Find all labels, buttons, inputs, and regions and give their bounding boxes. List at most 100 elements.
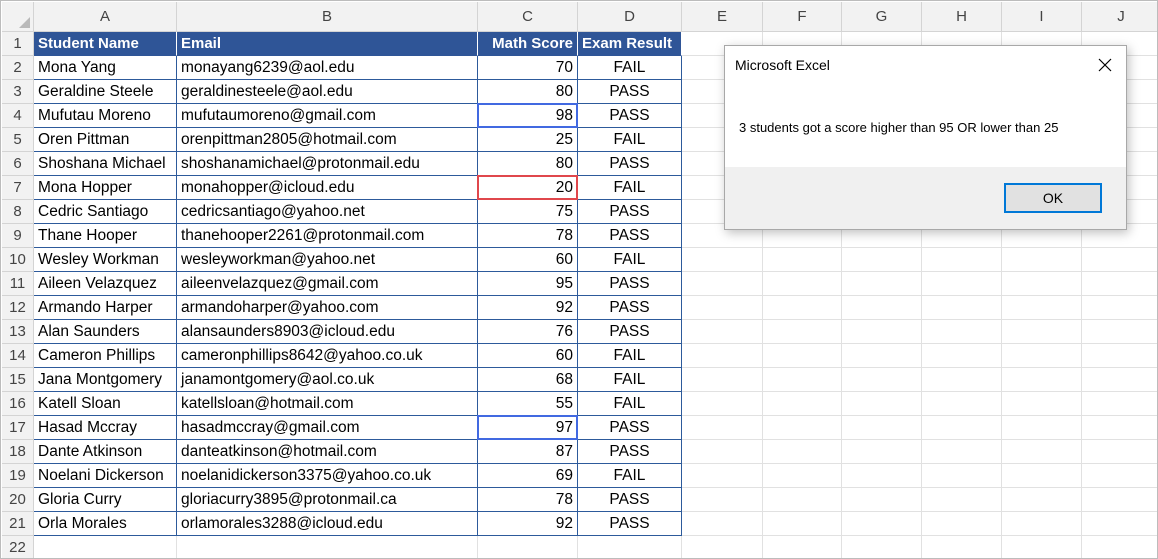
empty-cell[interactable] xyxy=(763,440,842,464)
student-name-cell[interactable]: Geraldine Steele xyxy=(34,80,177,104)
column-header-h[interactable]: H xyxy=(922,2,1002,32)
email-cell[interactable]: thanehooper2261@protonmail.com xyxy=(177,224,478,248)
ok-button[interactable]: OK xyxy=(1004,183,1102,213)
email-cell[interactable]: armandoharper@yahoo.com xyxy=(177,296,478,320)
empty-cell[interactable] xyxy=(842,416,922,440)
student-name-cell[interactable]: Oren Pittman xyxy=(34,128,177,152)
empty-cell[interactable] xyxy=(922,272,1002,296)
math-score-cell[interactable]: 80 xyxy=(478,80,578,104)
student-name-cell[interactable]: Noelani Dickerson xyxy=(34,464,177,488)
empty-cell[interactable] xyxy=(34,536,177,558)
empty-cell[interactable] xyxy=(922,416,1002,440)
column-header-f[interactable]: F xyxy=(763,2,842,32)
row-header-10[interactable]: 10 xyxy=(2,248,34,272)
empty-cell[interactable] xyxy=(922,392,1002,416)
empty-cell[interactable] xyxy=(1082,272,1157,296)
empty-cell[interactable] xyxy=(682,272,763,296)
empty-cell[interactable] xyxy=(682,416,763,440)
email-cell[interactable]: wesleyworkman@yahoo.net xyxy=(177,248,478,272)
empty-cell[interactable] xyxy=(1002,344,1082,368)
student-name-cell[interactable]: Hasad Mccray xyxy=(34,416,177,440)
math-score-cell[interactable]: 60 xyxy=(478,344,578,368)
empty-cell[interactable] xyxy=(922,248,1002,272)
row-header-16[interactable]: 16 xyxy=(2,392,34,416)
close-icon[interactable] xyxy=(1092,54,1118,76)
email-cell[interactable]: gloriacurry3895@protonmail.ca xyxy=(177,488,478,512)
student-name-cell[interactable]: Aileen Velazquez xyxy=(34,272,177,296)
row-header-7[interactable]: 7 xyxy=(2,176,34,200)
empty-cell[interactable] xyxy=(922,464,1002,488)
empty-cell[interactable] xyxy=(682,536,763,558)
column-header-c[interactable]: C xyxy=(478,2,578,32)
exam-result-cell[interactable]: FAIL xyxy=(578,392,682,416)
student-name-cell[interactable]: Wesley Workman xyxy=(34,248,177,272)
student-name-cell[interactable]: Katell Sloan xyxy=(34,392,177,416)
exam-result-cell[interactable]: PASS xyxy=(578,272,682,296)
empty-cell[interactable] xyxy=(763,464,842,488)
empty-cell[interactable] xyxy=(682,320,763,344)
empty-cell[interactable] xyxy=(1002,368,1082,392)
header-exam-result[interactable]: Exam Result xyxy=(578,32,682,56)
empty-cell[interactable] xyxy=(1082,344,1157,368)
empty-cell[interactable] xyxy=(1002,512,1082,536)
math-score-cell[interactable]: 55 xyxy=(478,392,578,416)
exam-result-cell[interactable]: FAIL xyxy=(578,56,682,80)
empty-cell[interactable] xyxy=(922,488,1002,512)
row-header-14[interactable]: 14 xyxy=(2,344,34,368)
empty-cell[interactable] xyxy=(682,296,763,320)
math-score-cell[interactable]: 20 xyxy=(478,176,578,200)
exam-result-cell[interactable]: FAIL xyxy=(578,368,682,392)
column-header-d[interactable]: D xyxy=(578,2,682,32)
exam-result-cell[interactable]: PASS xyxy=(578,200,682,224)
math-score-cell[interactable]: 95 xyxy=(478,272,578,296)
empty-cell[interactable] xyxy=(682,368,763,392)
empty-cell[interactable] xyxy=(682,248,763,272)
header-email[interactable]: Email xyxy=(177,32,478,56)
empty-cell[interactable] xyxy=(682,488,763,512)
exam-result-cell[interactable]: FAIL xyxy=(578,464,682,488)
exam-result-cell[interactable]: PASS xyxy=(578,512,682,536)
empty-cell[interactable] xyxy=(1082,248,1157,272)
row-header-17[interactable]: 17 xyxy=(2,416,34,440)
exam-result-cell[interactable]: PASS xyxy=(578,80,682,104)
email-cell[interactable]: geraldinesteele@aol.edu xyxy=(177,80,478,104)
email-cell[interactable]: shoshanamichael@protonmail.edu xyxy=(177,152,478,176)
empty-cell[interactable] xyxy=(1082,320,1157,344)
empty-cell[interactable] xyxy=(763,488,842,512)
math-score-cell[interactable]: 78 xyxy=(478,224,578,248)
email-cell[interactable]: mufutaumoreno@gmail.com xyxy=(177,104,478,128)
empty-cell[interactable] xyxy=(1002,464,1082,488)
empty-cell[interactable] xyxy=(1002,296,1082,320)
empty-cell[interactable] xyxy=(763,320,842,344)
exam-result-cell[interactable]: PASS xyxy=(578,320,682,344)
empty-cell[interactable] xyxy=(578,536,682,558)
exam-result-cell[interactable]: FAIL xyxy=(578,344,682,368)
empty-cell[interactable] xyxy=(682,344,763,368)
empty-cell[interactable] xyxy=(1082,512,1157,536)
email-cell[interactable]: monahopper@icloud.edu xyxy=(177,176,478,200)
row-header-12[interactable]: 12 xyxy=(2,296,34,320)
student-name-cell[interactable]: Mufutau Moreno xyxy=(34,104,177,128)
math-score-cell[interactable]: 69 xyxy=(478,464,578,488)
exam-result-cell[interactable]: FAIL xyxy=(578,128,682,152)
empty-cell[interactable] xyxy=(842,536,922,558)
empty-cell[interactable] xyxy=(682,512,763,536)
empty-cell[interactable] xyxy=(1002,536,1082,558)
empty-cell[interactable] xyxy=(842,320,922,344)
empty-cell[interactable] xyxy=(682,440,763,464)
email-cell[interactable]: hasadmccray@gmail.com xyxy=(177,416,478,440)
exam-result-cell[interactable]: PASS xyxy=(578,440,682,464)
empty-cell[interactable] xyxy=(763,536,842,558)
empty-cell[interactable] xyxy=(682,392,763,416)
empty-cell[interactable] xyxy=(1082,440,1157,464)
empty-cell[interactable] xyxy=(842,512,922,536)
email-cell[interactable]: danteatkinson@hotmail.com xyxy=(177,440,478,464)
email-cell[interactable]: aileenvelazquez@gmail.com xyxy=(177,272,478,296)
student-name-cell[interactable]: Mona Hopper xyxy=(34,176,177,200)
math-score-cell[interactable]: 75 xyxy=(478,200,578,224)
empty-cell[interactable] xyxy=(1002,488,1082,512)
empty-cell[interactable] xyxy=(763,416,842,440)
student-name-cell[interactable]: Dante Atkinson xyxy=(34,440,177,464)
row-header-8[interactable]: 8 xyxy=(2,200,34,224)
row-header-13[interactable]: 13 xyxy=(2,320,34,344)
